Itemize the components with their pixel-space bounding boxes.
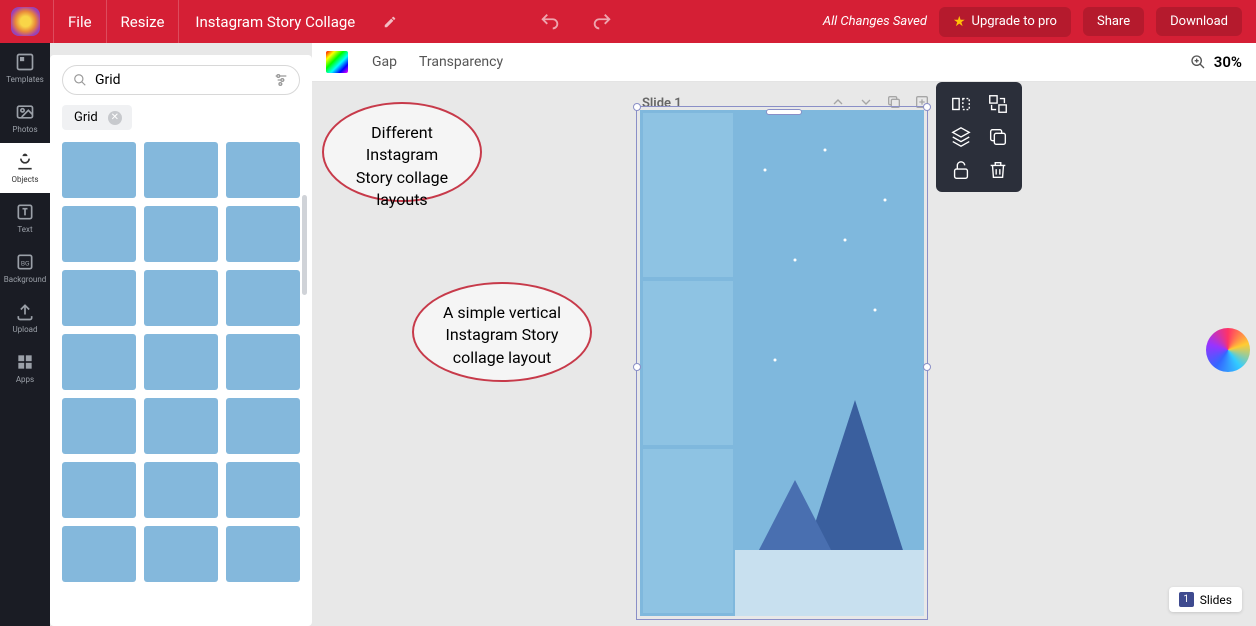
grid-layout-item[interactable] <box>62 334 136 390</box>
rail-apps[interactable]: Apps <box>0 343 50 393</box>
grid-layout-item[interactable] <box>144 462 218 518</box>
grid-layout-item[interactable] <box>62 206 136 262</box>
annotation-callout: A simple vertical Instagram Story collag… <box>412 282 592 382</box>
collage-cell[interactable] <box>643 449 733 613</box>
grid-layout-item[interactable] <box>226 142 300 198</box>
grid-layout-item[interactable] <box>62 270 136 326</box>
grid-layout-item[interactable] <box>144 526 218 582</box>
panel-scrollbar[interactable] <box>302 195 307 295</box>
zoom-icon[interactable] <box>1190 54 1206 70</box>
zoom-level[interactable]: 30% <box>1214 53 1242 71</box>
lock-icon[interactable] <box>942 153 979 186</box>
rail-objects[interactable]: Objects <box>0 143 50 193</box>
rotate-handle[interactable] <box>766 109 802 115</box>
grid-layout-item[interactable] <box>226 270 300 326</box>
grid-layout-item[interactable] <box>226 526 300 582</box>
grid-layout-item[interactable] <box>226 462 300 518</box>
fill-color-picker[interactable] <box>326 51 348 73</box>
grid-layout-item[interactable] <box>226 398 300 454</box>
download-button[interactable]: Download <box>1156 7 1242 36</box>
edit-title-icon[interactable] <box>371 0 409 43</box>
filter-tag: Grid ✕ <box>62 105 132 130</box>
grid-layout-item[interactable] <box>144 142 218 198</box>
search-box[interactable] <box>62 65 300 95</box>
rail-templates[interactable]: Templates <box>0 43 50 93</box>
copy-icon[interactable] <box>979 121 1016 154</box>
grid-layout-item[interactable] <box>144 334 218 390</box>
filter-icon[interactable] <box>273 72 289 88</box>
objects-panel: Grid ✕ <box>50 55 312 626</box>
grid-layout-item[interactable] <box>144 398 218 454</box>
gap-control[interactable]: Gap <box>372 54 397 70</box>
grid-layout-item[interactable] <box>62 462 136 518</box>
undo-icon[interactable] <box>539 11 561 33</box>
context-toolbar <box>936 82 1022 192</box>
clear-tag-icon[interactable]: ✕ <box>108 111 122 125</box>
collage-cell[interactable] <box>643 113 733 277</box>
move-up-icon[interactable] <box>830 94 846 110</box>
grid-layout-item[interactable] <box>62 398 136 454</box>
move-down-icon[interactable] <box>858 94 874 110</box>
canvas-illustration <box>735 110 924 616</box>
layers-icon[interactable] <box>942 121 979 154</box>
annotation-callout: Different Instagram Story collage layout… <box>322 102 482 202</box>
search-icon <box>73 73 87 87</box>
slide-label: Slide 1 <box>642 96 682 111</box>
collage-cell[interactable] <box>643 281 733 445</box>
grid-layout-item[interactable] <box>144 206 218 262</box>
grid-layout-item[interactable] <box>62 526 136 582</box>
rail-text[interactable]: Text <box>0 193 50 243</box>
slide-canvas[interactable] <box>640 110 924 616</box>
share-button[interactable]: Share <box>1083 7 1144 36</box>
search-input[interactable] <box>95 72 273 88</box>
rail-background[interactable]: BGBackground <box>0 243 50 293</box>
grid-layout-item[interactable] <box>144 270 218 326</box>
rail-upload[interactable]: Upload <box>0 293 50 343</box>
app-logo[interactable] <box>11 7 40 36</box>
slides-counter[interactable]: 1 Slides <box>1169 587 1242 612</box>
replace-icon[interactable] <box>979 88 1016 121</box>
rail-photos[interactable]: Photos <box>0 93 50 143</box>
document-title[interactable]: Instagram Story Collage <box>179 13 371 31</box>
help-button[interactable] <box>1206 328 1250 372</box>
save-status: All Changes Saved <box>823 14 927 29</box>
resize-menu[interactable]: Resize <box>107 0 179 43</box>
delete-icon[interactable] <box>979 153 1016 186</box>
svg-text:BG: BG <box>21 259 30 267</box>
canvas[interactable]: Slide 1 Different Instagram Story collag… <box>312 82 1256 626</box>
flip-h-icon[interactable] <box>942 88 979 121</box>
star-icon: ★ <box>953 14 966 30</box>
grid-layout-item[interactable] <box>62 142 136 198</box>
upgrade-button[interactable]: ★Upgrade to pro <box>939 7 1071 37</box>
layout-grid <box>62 142 300 582</box>
add-slide-icon[interactable] <box>914 94 930 110</box>
redo-icon[interactable] <box>591 11 613 33</box>
transparency-control[interactable]: Transparency <box>419 54 503 70</box>
grid-layout-item[interactable] <box>226 206 300 262</box>
grid-layout-item[interactable] <box>226 334 300 390</box>
file-menu[interactable]: File <box>54 0 106 43</box>
duplicate-slide-icon[interactable] <box>886 94 902 110</box>
